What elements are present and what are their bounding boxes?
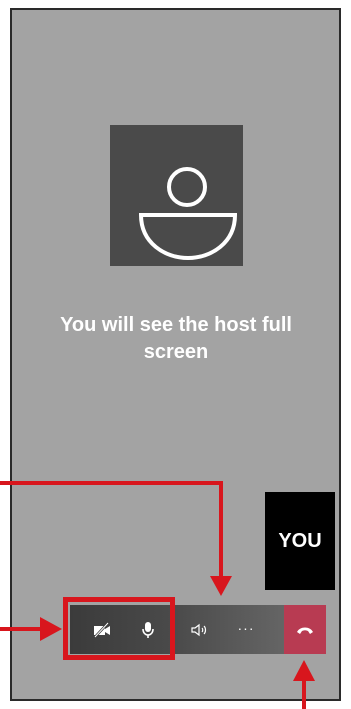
end-call-button[interactable] [284, 605, 326, 654]
speaker-button[interactable] [178, 605, 222, 654]
speaker-icon [191, 623, 207, 636]
self-view-tile[interactable]: YOU [265, 492, 335, 590]
end-call-icon [297, 627, 313, 634]
more-options-button[interactable]: ··· [224, 605, 268, 654]
more-options-icon: ··· [237, 619, 255, 636]
camera-mic-highlight-box [63, 597, 175, 660]
person-icon [138, 167, 238, 261]
self-view-label: YOU [278, 529, 322, 552]
host-avatar [110, 125, 243, 266]
host-fullscreen-message: You will see the host full screen [60, 314, 292, 363]
